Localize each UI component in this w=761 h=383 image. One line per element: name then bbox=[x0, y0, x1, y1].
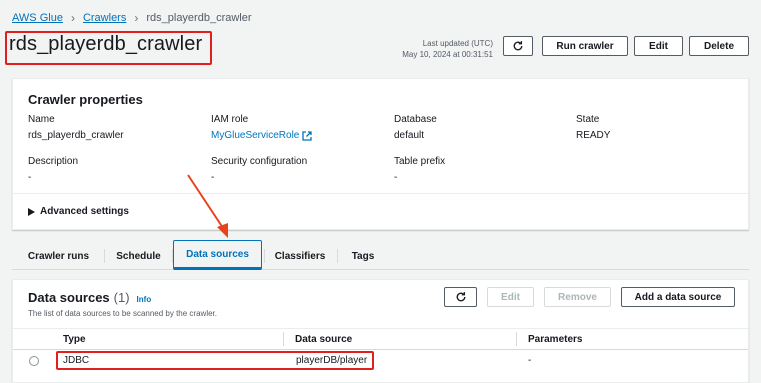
security-config-label: Security configuration bbox=[211, 156, 308, 167]
advanced-settings-toggle[interactable]: Advanced settings bbox=[28, 206, 129, 217]
annotation-arrow-icon bbox=[187, 174, 228, 238]
column-header-parameters: Parameters bbox=[528, 334, 583, 345]
advanced-settings-label: Advanced settings bbox=[40, 206, 129, 217]
data-sources-description: The list of data sources to be scanned b… bbox=[28, 309, 217, 318]
row-select-radio[interactable] bbox=[29, 356, 39, 366]
tab-tags[interactable]: Tags bbox=[339, 242, 387, 270]
table-prefix-label: Table prefix bbox=[394, 156, 446, 167]
data-sources-header: Data sources (1) Info bbox=[28, 290, 151, 305]
state-value: READY bbox=[576, 130, 611, 141]
delete-button[interactable]: Delete bbox=[689, 36, 749, 56]
column-separator bbox=[516, 332, 517, 346]
tabs-bar: Crawler runs Schedule Data sources Class… bbox=[12, 242, 749, 270]
database-label: Database bbox=[394, 114, 437, 125]
add-data-source-button[interactable]: Add a data source bbox=[621, 287, 735, 307]
title-annotation-box bbox=[5, 31, 212, 65]
remove-data-source-button[interactable]: Remove bbox=[544, 287, 611, 307]
breadcrumb-current: rds_playerdb_crawler bbox=[146, 12, 252, 24]
last-updated-label: Last updated (UTC) bbox=[422, 39, 493, 48]
refresh-icon bbox=[513, 41, 523, 51]
name-label: Name bbox=[28, 114, 55, 125]
edit-data-source-button[interactable]: Edit bbox=[487, 287, 534, 307]
row-annotation-box bbox=[56, 351, 374, 370]
last-updated: Last updated (UTC) May 10, 2024 at 00:31… bbox=[388, 38, 493, 60]
info-link[interactable]: Info bbox=[137, 295, 152, 304]
description-label: Description bbox=[28, 156, 79, 167]
tab-schedule[interactable]: Schedule bbox=[106, 242, 171, 270]
breadcrumb-crawlers[interactable]: Crawlers bbox=[83, 12, 126, 24]
breadcrumb: AWS Glue › Crawlers › rds_playerdb_crawl… bbox=[12, 10, 252, 26]
tab-separator bbox=[264, 249, 265, 263]
active-tab-focus-ring bbox=[173, 240, 262, 270]
iam-role-value: MyGlueServiceRole bbox=[211, 130, 300, 141]
breadcrumb-aws-glue[interactable]: AWS Glue bbox=[12, 12, 63, 24]
tab-classifiers[interactable]: Classifiers bbox=[266, 242, 334, 270]
crawler-properties-panel: Crawler properties Name rds_playerdb_cra… bbox=[12, 78, 749, 230]
refresh-icon bbox=[456, 292, 465, 302]
description-value: - bbox=[28, 172, 32, 183]
divider bbox=[13, 328, 748, 329]
properties-title: Crawler properties bbox=[28, 92, 143, 107]
state-label: State bbox=[576, 114, 600, 125]
data-sources-title: Data sources bbox=[28, 290, 110, 305]
external-link-icon bbox=[302, 130, 313, 141]
tab-crawler-runs[interactable]: Crawler runs bbox=[16, 242, 101, 270]
column-header-type: Type bbox=[63, 334, 86, 345]
tab-separator bbox=[104, 249, 105, 263]
column-separator bbox=[283, 332, 284, 346]
name-value: rds_playerdb_crawler bbox=[28, 130, 124, 141]
database-value: default bbox=[394, 130, 425, 141]
caret-right-icon bbox=[28, 207, 35, 216]
column-header-data-source: Data source bbox=[295, 334, 353, 345]
chevron-right-icon: › bbox=[70, 11, 75, 25]
chevron-right-icon: › bbox=[134, 11, 139, 25]
refresh-button[interactable] bbox=[444, 287, 477, 307]
iam-role-link[interactable]: MyGlueServiceRole bbox=[211, 130, 313, 141]
divider bbox=[13, 193, 748, 194]
edit-button[interactable]: Edit bbox=[634, 36, 683, 56]
last-updated-value: May 10, 2024 at 00:31:51 bbox=[402, 50, 493, 59]
iam-role-label: IAM role bbox=[211, 114, 249, 125]
data-sources-count: (1) bbox=[113, 290, 130, 305]
table-prefix-value: - bbox=[394, 172, 398, 183]
run-crawler-button[interactable]: Run crawler bbox=[542, 36, 628, 56]
row-parameters: - bbox=[528, 355, 532, 366]
tab-separator bbox=[337, 249, 338, 263]
refresh-button[interactable] bbox=[503, 36, 533, 56]
